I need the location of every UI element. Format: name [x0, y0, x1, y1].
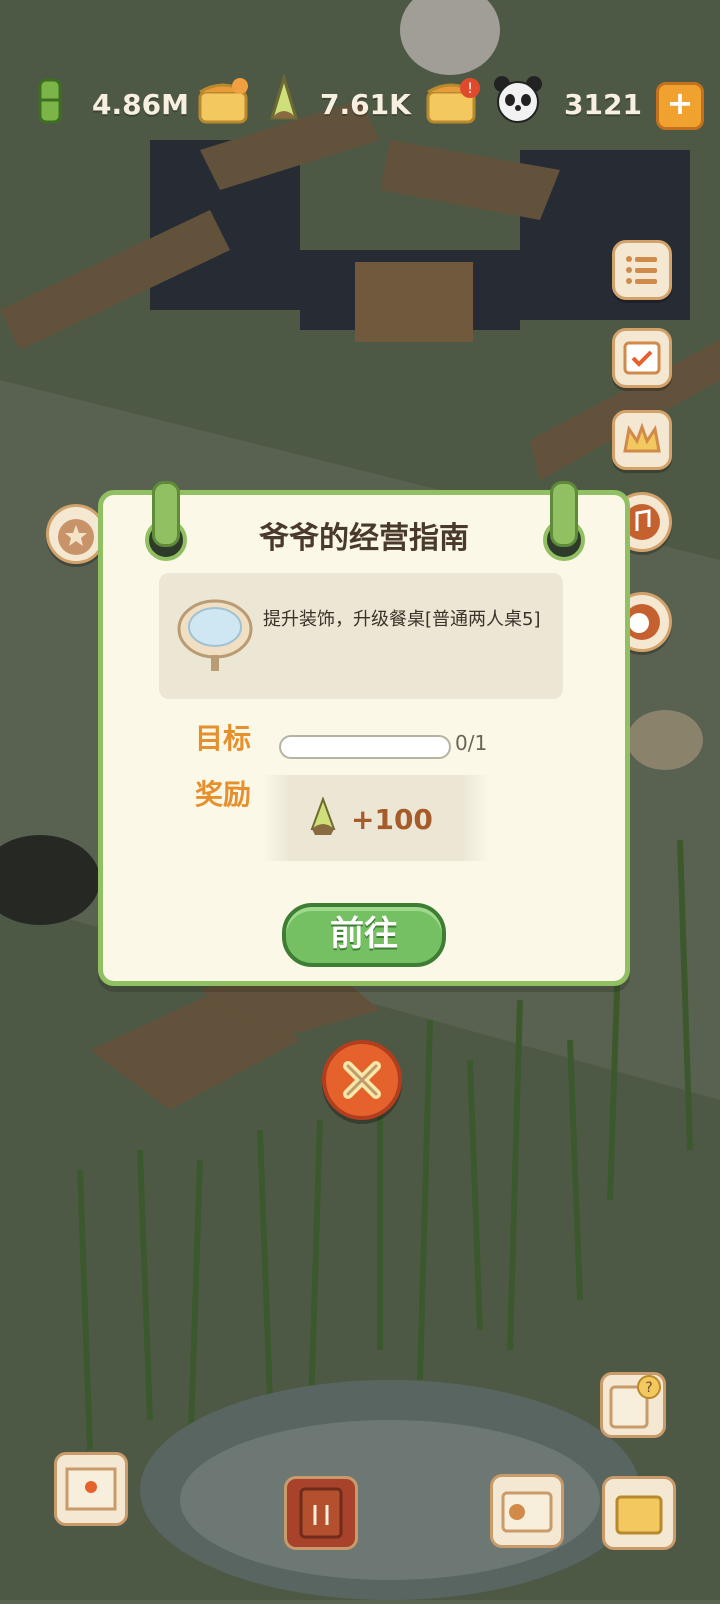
- panda-icon: [492, 74, 544, 128]
- panda-count: 3121: [564, 88, 642, 121]
- go-button[interactable]: 前往: [282, 903, 446, 967]
- task-description: 提升装饰，升级餐桌[普通两人桌5]: [263, 609, 541, 630]
- reward-label: 奖励: [195, 778, 252, 811]
- medal-icon: [58, 519, 94, 555]
- question-icon: ?: [609, 1375, 661, 1429]
- help-notes-button[interactable]: ?: [600, 1372, 666, 1438]
- add-currency-button[interactable]: +: [656, 82, 704, 130]
- calendar-icon: [623, 341, 661, 375]
- close-icon: [343, 1061, 381, 1099]
- table-icon: [175, 597, 255, 677]
- guide-dialog: 爷爷的经营指南 提升装饰，升级餐桌[普通两人桌5] 目标 0/1 奖励 +100…: [98, 481, 630, 986]
- close-button[interactable]: [322, 1040, 402, 1120]
- bamboo-icon: [34, 78, 66, 128]
- map-button[interactable]: [54, 1452, 128, 1526]
- staff-card-icon: [501, 1491, 553, 1533]
- svg-text:!: !: [467, 81, 473, 97]
- panda-resource: 3121 +: [492, 72, 720, 134]
- shop-icon[interactable]: [196, 78, 250, 130]
- bamboo-resource: 4.86M: [30, 72, 210, 134]
- goal-progress-bar: [279, 735, 451, 759]
- storage-button[interactable]: [602, 1476, 676, 1550]
- shop-alert-icon[interactable]: !: [424, 78, 484, 130]
- crown-button[interactable]: [612, 410, 672, 470]
- task-card: 提升装饰，升级餐桌[普通两人桌5]: [159, 573, 563, 699]
- box-icon: [615, 1495, 663, 1535]
- shoot-amount: 7.61K: [320, 88, 411, 121]
- bamboo-amount: 4.86M: [92, 88, 189, 121]
- achievement-button[interactable]: [46, 504, 106, 564]
- goal-label: 目标: [195, 722, 252, 755]
- map-icon: [65, 1467, 117, 1511]
- bamboo-shoot-icon: [307, 796, 339, 841]
- staff-button[interactable]: [490, 1474, 564, 1548]
- crown-icon: [623, 422, 661, 453]
- list-icon: [626, 256, 657, 284]
- menu-book-button[interactable]: [284, 1476, 358, 1550]
- menu-book-icon: [299, 1487, 343, 1539]
- shoot-resource: 7.61K: [262, 72, 422, 134]
- bamboo-shoot-icon: [264, 72, 304, 130]
- resource-bar: 4.86M 7.61K ! 3121 +: [0, 72, 720, 142]
- dialog-title: 爷爷的经营指南: [259, 521, 469, 556]
- svg-text:?: ?: [645, 1380, 652, 1396]
- reward-box: +100: [263, 775, 489, 861]
- list-menu-button[interactable]: [612, 240, 672, 300]
- reward-value: +100: [351, 803, 433, 836]
- goal-progress-text: 0/1: [455, 731, 488, 755]
- calendar-button[interactable]: [612, 328, 672, 388]
